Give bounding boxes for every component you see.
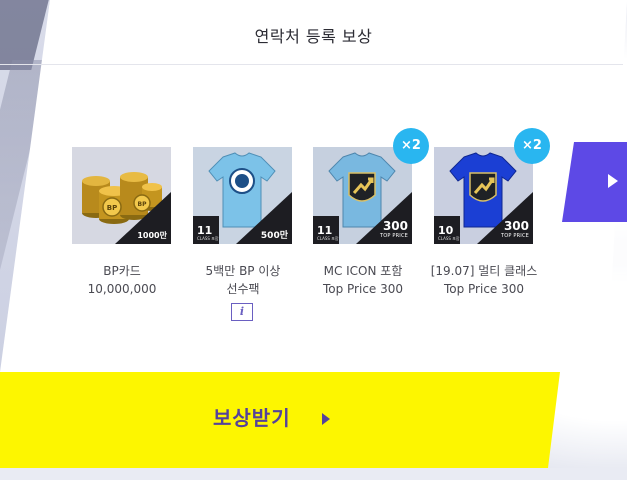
reward-label: MC ICON 포함 Top Price 300 — [298, 262, 428, 298]
jersey-image: 11 CLASS 포함 500만 — [193, 147, 292, 244]
reward-name: BP카드 — [103, 264, 141, 278]
play-arrow-icon[interactable] — [322, 413, 330, 425]
ovr-caption: CLASS 포함 — [197, 236, 219, 241]
corner-value: 300 TOP PRICE — [379, 219, 408, 241]
claim-bar[interactable] — [0, 372, 560, 468]
corner-value: 1000만 — [137, 231, 167, 240]
ovr-caption: CLASS 포함 — [438, 236, 460, 241]
ovr-value: 11 CLASS 포함 — [197, 225, 219, 241]
multiplier-badge: ×2 — [393, 128, 429, 164]
multiplier-badge: ×2 — [514, 128, 550, 164]
top-price-value: 300 — [382, 219, 408, 233]
reward-detail: Top Price 300 — [322, 282, 404, 296]
corner-value: 500만 — [260, 231, 288, 241]
reward-detail: 10,000,000 — [87, 282, 157, 296]
ovr-value: 11 CLASS 포함 — [317, 225, 339, 241]
ovr-caption: CLASS 포함 — [317, 236, 339, 241]
ovr-value: 10 CLASS 포함 — [438, 225, 460, 241]
bp-coins-image: BP BP 1000만 — [72, 147, 171, 244]
reward-label: 5백만 BP 이상 선수팩 — [178, 262, 308, 298]
reward-label: [19.07] 멀티 클래스 Top Price 300 — [419, 262, 549, 298]
reward-item-multi-class: 10 CLASS 포함 300 TOP PRICE — [434, 147, 533, 244]
header-divider — [0, 64, 623, 65]
reward-detail: Top Price 300 — [443, 282, 525, 296]
reward-item-bp-card: BP BP 1000만 — [72, 147, 171, 244]
reward-detail: 선수팩 — [226, 282, 260, 296]
chevron-right-icon[interactable] — [608, 174, 618, 188]
reward-item-mc-icon: 11 CLASS 포함 300 TOP PRICE — [313, 147, 412, 244]
top-price-caption: TOP PRICE — [500, 233, 529, 239]
page-title: 연락처 등록 보상 — [254, 27, 373, 46]
corner-value: 300 TOP PRICE — [500, 219, 529, 241]
info-button[interactable]: i — [231, 303, 253, 321]
reward-name: 5백만 BP 이상 — [205, 264, 281, 278]
reward-name: MC ICON 포함 — [323, 264, 403, 278]
jersey-image: 10 CLASS 포함 300 TOP PRICE — [434, 147, 533, 244]
jersey-image: 11 CLASS 포함 300 TOP PRICE — [313, 147, 412, 244]
reward-label: BP카드 10,000,000 — [57, 262, 187, 298]
top-price-caption: TOP PRICE — [379, 233, 408, 239]
reward-item-bp-pack: 11 CLASS 포함 500만 — [193, 147, 292, 244]
top-price-value: 300 — [503, 219, 529, 233]
claim-button[interactable]: 보상받기 — [213, 402, 291, 436]
reward-name: [19.07] 멀티 클래스 — [430, 264, 538, 278]
